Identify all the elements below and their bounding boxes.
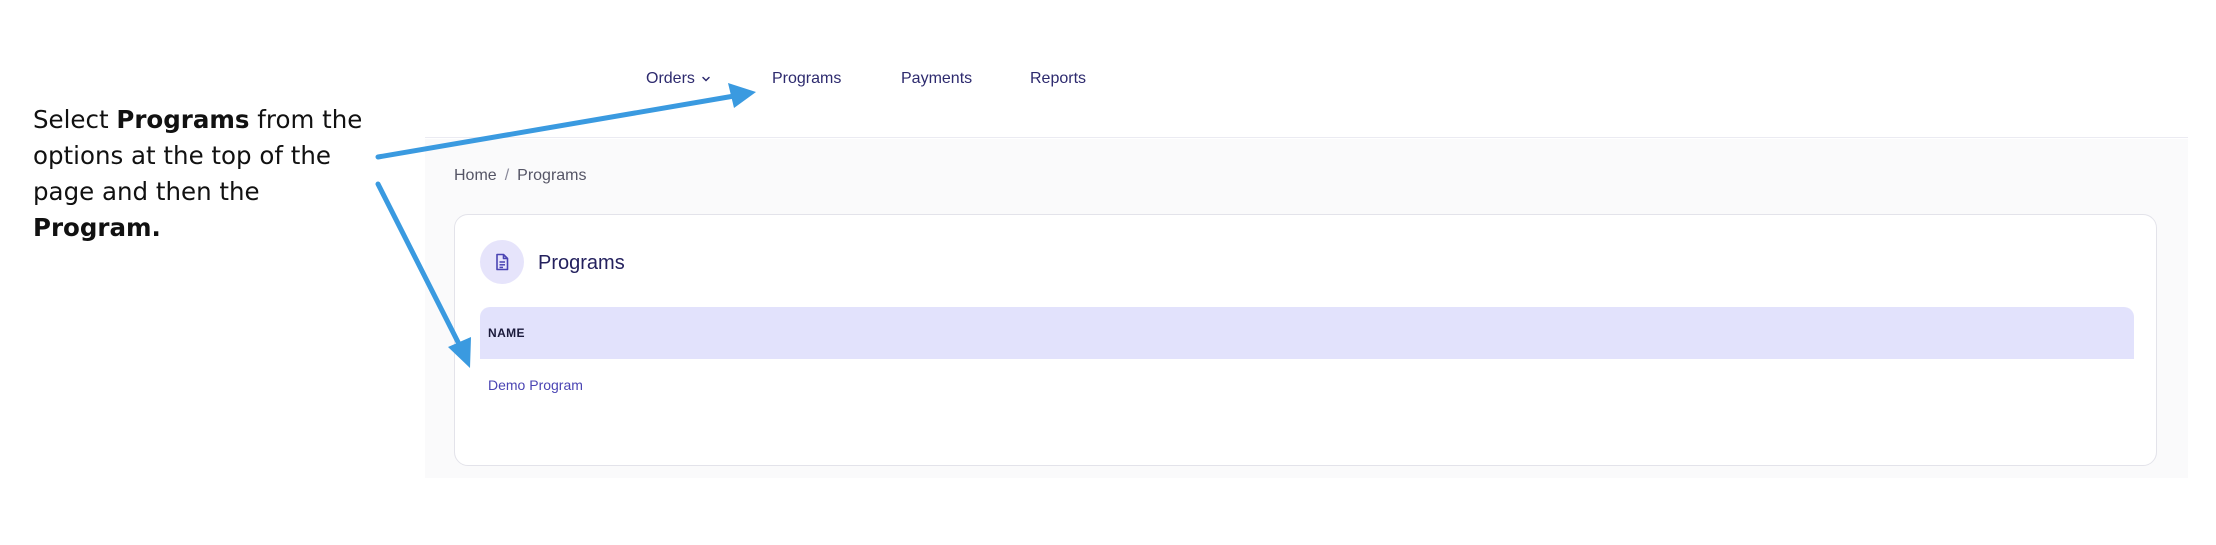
- nav-item-label: Reports: [1030, 70, 1087, 87]
- table-header: NAME: [480, 307, 2134, 359]
- nav-item-label: Payments: [901, 70, 973, 87]
- breadcrumb-separator: /: [504, 167, 510, 184]
- document-icon: [480, 240, 524, 284]
- breadcrumb-home[interactable]: Home: [454, 167, 497, 185]
- instruction-text: Select Programs from the options at the …: [33, 102, 393, 246]
- nav-item-reports[interactable]: Reports: [1030, 70, 1086, 88]
- app-window: Orders Programs Payments Reports Home / …: [425, 0, 2188, 478]
- main-content: Home / Programs Programs NAME Demo Progr…: [425, 139, 2188, 478]
- nav-item-programs[interactable]: Programs: [772, 70, 841, 88]
- programs-table: NAME Demo Program: [480, 307, 2134, 411]
- card-title: Programs: [538, 252, 625, 274]
- programs-card: Programs NAME Demo Program: [454, 214, 2157, 466]
- instruction-part-1: Select: [33, 105, 117, 134]
- instruction-bold-program: Program.: [33, 213, 161, 242]
- chevron-down-icon: [702, 76, 710, 82]
- breadcrumb-current: Programs: [517, 167, 587, 184]
- table-row[interactable]: Demo Program: [480, 359, 2134, 411]
- nav-item-payments[interactable]: Payments: [901, 70, 972, 88]
- nav-item-orders[interactable]: Orders: [646, 70, 711, 88]
- program-link[interactable]: Demo Program: [488, 377, 583, 393]
- nav-item-label: Programs: [772, 70, 842, 87]
- instruction-bold-programs: Programs: [116, 105, 250, 134]
- breadcrumb: Home / Programs: [454, 167, 587, 185]
- nav-item-label: Orders: [646, 70, 695, 87]
- column-header-name[interactable]: NAME: [488, 326, 525, 340]
- top-navigation: Orders Programs Payments Reports: [425, 0, 2188, 138]
